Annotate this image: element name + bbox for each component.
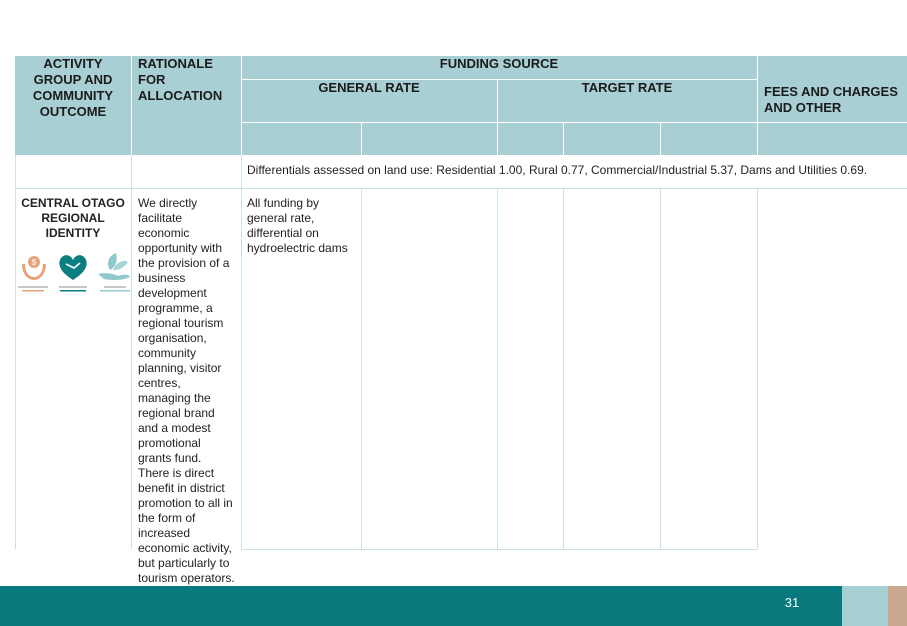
money-hands-icon: $ xyxy=(22,256,46,280)
grid-line xyxy=(241,549,757,550)
activity-name: CENTRAL OTAGO REGIONAL IDENTITY xyxy=(21,196,125,240)
grid-line xyxy=(15,155,16,549)
heart-hands-icon xyxy=(59,255,87,280)
header-target-rate-cell: TARGET RATE xyxy=(497,79,757,122)
rationale-text: We directly facilitate economic opportun… xyxy=(138,196,235,585)
header-divider xyxy=(563,122,564,155)
header-divider xyxy=(757,56,758,155)
header-divider xyxy=(660,122,661,155)
header-divider xyxy=(241,79,757,80)
page-number: 31 xyxy=(784,595,800,610)
header-target-rate-label: TARGET RATE xyxy=(581,80,673,95)
header-divider xyxy=(361,122,362,155)
header-funding-source-cell: FUNDING SOURCE xyxy=(241,56,757,79)
footer-accent-light xyxy=(842,586,888,626)
grid-line xyxy=(497,188,498,549)
header-funding-source-label: FUNDING SOURCE xyxy=(439,56,559,71)
header-subcolumns-row xyxy=(241,122,757,155)
header-divider xyxy=(497,79,498,155)
header-fees-label: FEES AND CHARGES AND OTHER xyxy=(764,84,898,115)
community-outcome-icons: $ xyxy=(18,253,130,292)
header-divider xyxy=(241,122,757,123)
differentials-note: Differentials assessed on land use: Resi… xyxy=(247,163,868,177)
grid-line xyxy=(15,188,907,189)
grid-line xyxy=(563,188,564,549)
header-activity-label: ACTIVITY GROUP AND COMMUNITY OUTCOME xyxy=(32,56,114,119)
leaf-hand-icon xyxy=(98,253,130,281)
header-divider xyxy=(241,56,242,155)
grid-line xyxy=(757,188,758,549)
header-activity-cell: ACTIVITY GROUP AND COMMUNITY OUTCOME xyxy=(15,56,131,155)
header-divider xyxy=(131,56,132,155)
header-general-rate-cell: GENERAL RATE xyxy=(241,79,497,122)
document-page: ACTIVITY GROUP AND COMMUNITY OUTCOME RAT… xyxy=(0,0,907,626)
grid-line xyxy=(241,155,242,549)
header-general-rate-label: GENERAL RATE xyxy=(318,80,420,95)
grid-line xyxy=(660,188,661,549)
header-divider xyxy=(757,122,907,123)
grid-line xyxy=(361,188,362,549)
header-rationale-label: RATIONALE FOR ALLOCATION xyxy=(138,56,223,103)
header-fees-cell: FEES AND CHARGES AND OTHER xyxy=(757,56,907,155)
svg-text:$: $ xyxy=(32,258,37,267)
grid-line xyxy=(131,155,132,549)
footer-accent-tan xyxy=(888,586,907,626)
footer-bar xyxy=(0,586,842,626)
header-rationale-cell: RATIONALE FOR ALLOCATION xyxy=(131,56,241,155)
general-rate-text: All funding by general rate, differentia… xyxy=(247,196,348,255)
